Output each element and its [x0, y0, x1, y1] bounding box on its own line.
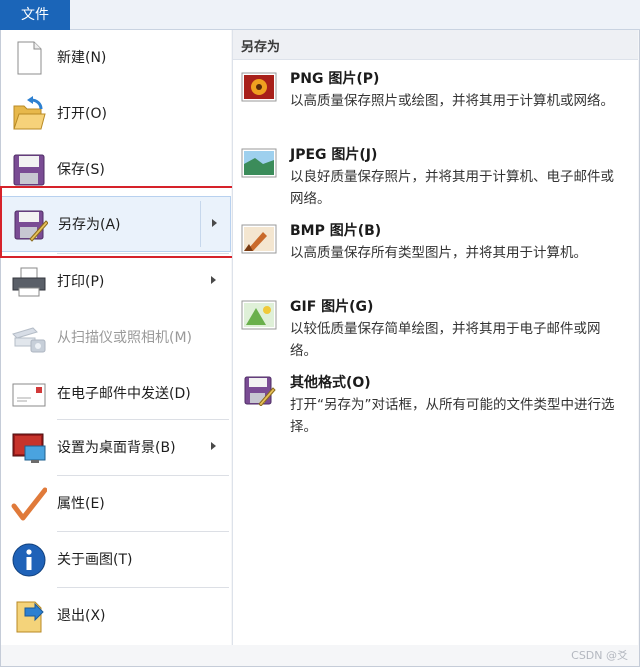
menu-item-label: 另存为(A): [58, 217, 121, 233]
format-title: BMP 图片(B): [290, 223, 382, 239]
menu-bar: 文件: [0, 0, 640, 30]
save-as-icon: [14, 210, 48, 242]
chevron-right-icon: [211, 442, 216, 450]
email-icon: [12, 383, 46, 407]
menu-item-save[interactable]: 保存(S): [1, 142, 231, 198]
open-folder-icon: [13, 96, 46, 130]
format-title: GIF 图片(G): [290, 299, 374, 315]
menu-item-exit[interactable]: 退出(X): [1, 588, 231, 644]
menu-item-label: 关于画图(T): [57, 552, 133, 568]
watermark: CSDN @爻: [571, 649, 628, 662]
format-description: 以高质量保存所有类型图片，并将其用于计算机。: [290, 245, 587, 261]
menu-item-send-email[interactable]: 在电子邮件中发送(D): [1, 366, 231, 422]
menu-item-from-scanner: 从扫描仪或照相机(M): [1, 310, 231, 366]
menu-item-set-desktop-background[interactable]: 设置为桌面背景(B): [1, 420, 231, 476]
split-divider: [200, 201, 201, 247]
gif-image-icon: [241, 300, 277, 330]
other-formats-icon: [244, 376, 276, 406]
bmp-image-icon: [241, 224, 277, 254]
save-as-gif[interactable]: GIF 图片(G) 以较低质量保存简单绘图，并将其用于电子邮件或网络。: [233, 294, 638, 368]
menu-item-save-as[interactable]: 另存为(A): [1, 196, 231, 252]
format-title: 其他格式(O): [290, 375, 371, 391]
format-description: 以良好质量保存照片，并将其用于计算机、电子邮件或网络。: [290, 169, 614, 207]
menu-item-open[interactable]: 打开(O): [1, 86, 231, 142]
menu-item-label: 从扫描仪或照相机(M): [57, 330, 193, 346]
file-tab[interactable]: 文件: [0, 0, 70, 30]
save-as-other-formats[interactable]: 其他格式(O) 打开“另存为”对话框，从所有可能的文件类型中进行选择。: [233, 370, 638, 444]
menu-item-new[interactable]: 新建(N): [1, 30, 231, 86]
exit-icon: [16, 601, 44, 633]
file-menu-left-pane: 新建(N) 打开(O) 保存(S) 另存为(A) 打印(P) 从扫描仪或照相机(…: [1, 30, 231, 645]
save-as-bmp[interactable]: BMP 图片(B) 以高质量保存所有类型图片，并将其用于计算机。: [233, 218, 638, 292]
menu-item-print[interactable]: 打印(P): [1, 254, 231, 310]
menu-item-label: 属性(E): [57, 496, 105, 512]
format-title: JPEG 图片(J): [290, 147, 378, 163]
format-description: 打开“另存为”对话框，从所有可能的文件类型中进行选择。: [290, 397, 615, 435]
menu-item-properties[interactable]: 属性(E): [1, 476, 231, 532]
menu-item-label: 新建(N): [57, 50, 107, 66]
menu-item-label: 保存(S): [57, 162, 105, 178]
save-as-jpeg[interactable]: JPEG 图片(J) 以良好质量保存照片，并将其用于计算机、电子邮件或网络。: [233, 142, 638, 216]
save-as-submenu: 另存为 PNG 图片(P) 以高质量保存照片或绘图，并将其用于计算机或网络。 J…: [232, 30, 638, 645]
menu-item-label: 在电子邮件中发送(D): [57, 386, 191, 402]
format-description: 以高质量保存照片或绘图，并将其用于计算机或网络。: [290, 93, 614, 109]
desktop-background-icon: [12, 433, 46, 463]
format-description: 以较低质量保存简单绘图，并将其用于电子邮件或网络。: [290, 321, 601, 359]
submenu-header: 另存为: [233, 30, 638, 60]
png-image-icon: [241, 72, 277, 102]
menu-item-label: 退出(X): [57, 608, 106, 624]
save-icon: [13, 154, 45, 186]
save-as-png[interactable]: PNG 图片(P) 以高质量保存照片或绘图，并将其用于计算机或网络。: [233, 66, 638, 140]
menu-item-label: 打开(O): [57, 106, 107, 122]
chevron-right-icon: [211, 276, 216, 284]
menu-item-label: 打印(P): [57, 274, 105, 290]
new-document-icon: [17, 41, 42, 75]
submenu-title: 另存为: [241, 40, 281, 55]
chevron-right-icon[interactable]: [212, 219, 217, 227]
format-title: PNG 图片(P): [290, 71, 380, 87]
scanner-camera-icon: [12, 327, 46, 353]
properties-check-icon: [11, 487, 47, 521]
menu-item-label: 设置为桌面背景(B): [57, 440, 176, 456]
info-icon: [12, 543, 46, 577]
printer-icon: [12, 267, 46, 297]
jpeg-image-icon: [241, 148, 277, 178]
menu-item-about-paint[interactable]: 关于画图(T): [1, 532, 231, 588]
